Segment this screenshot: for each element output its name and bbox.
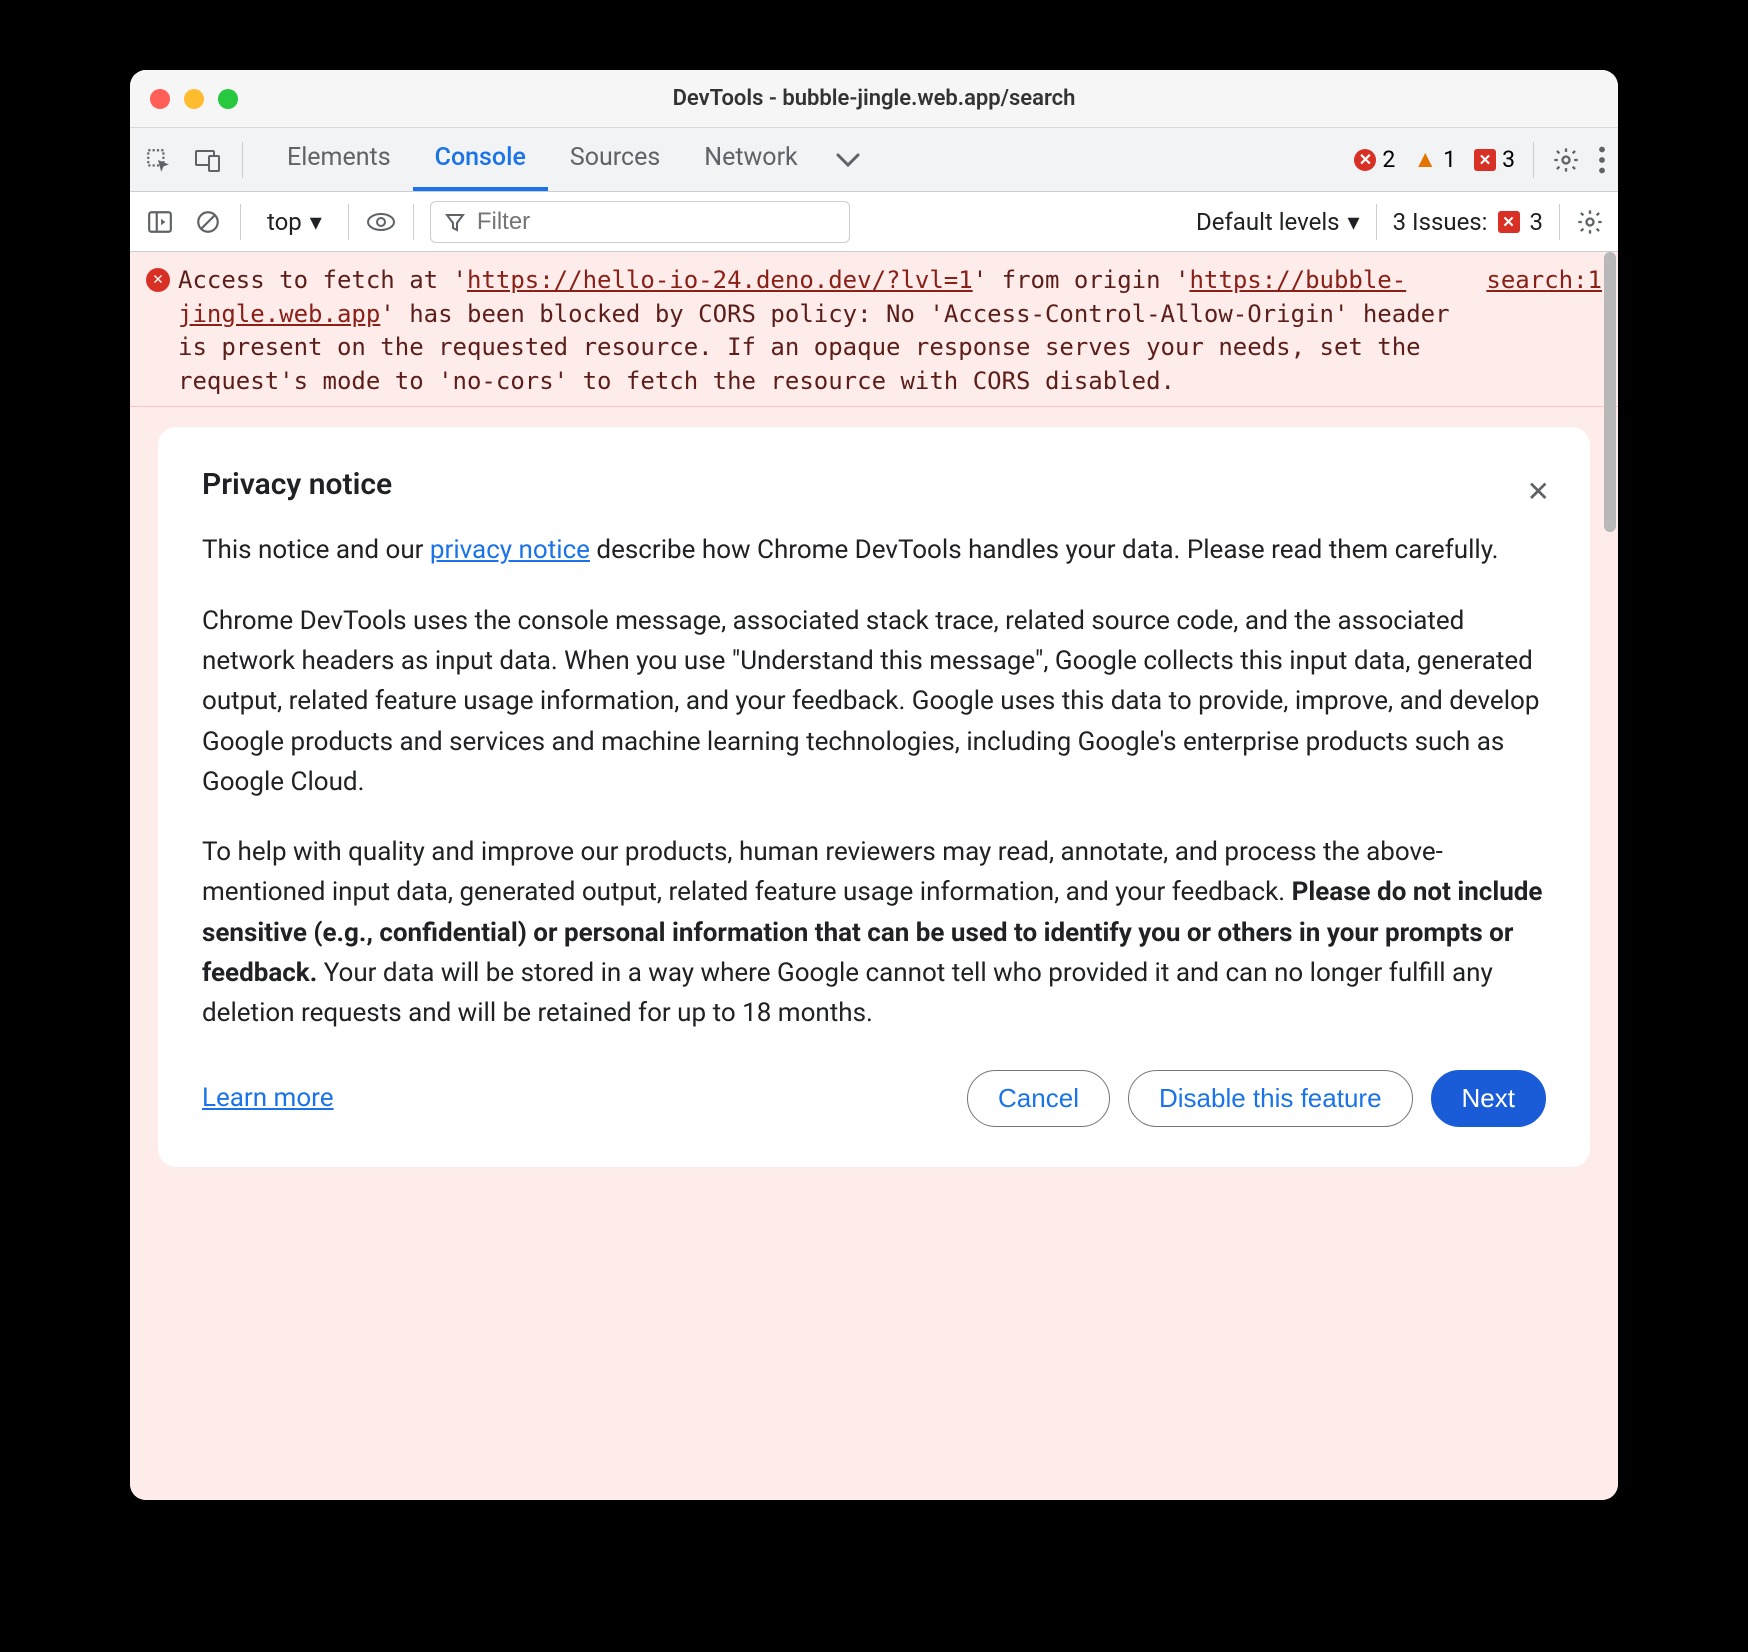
error-icon: ✕ bbox=[146, 268, 170, 292]
issues-count[interactable]: ✕ 3 bbox=[1474, 146, 1515, 173]
clear-console-icon[interactable] bbox=[192, 206, 224, 238]
privacy-notice-card: Privacy notice ✕ This notice and our pri… bbox=[158, 427, 1590, 1166]
tab-sources[interactable]: Sources bbox=[548, 128, 682, 191]
tab-network[interactable]: Network bbox=[682, 128, 819, 191]
close-window-button[interactable] bbox=[150, 89, 170, 109]
console-error-message[interactable]: ✕ Access to fetch at 'https://hello-io-2… bbox=[130, 252, 1618, 407]
divider bbox=[1559, 204, 1560, 240]
settings-icon[interactable] bbox=[1552, 146, 1580, 174]
scrollbar[interactable] bbox=[1604, 252, 1616, 1500]
more-tabs-button[interactable] bbox=[820, 128, 876, 191]
levels-label: Default levels bbox=[1196, 208, 1340, 236]
close-icon[interactable]: ✕ bbox=[1527, 475, 1550, 508]
issue-icon: ✕ bbox=[1498, 211, 1520, 233]
issues-count-value: 3 bbox=[1502, 146, 1515, 173]
error-count[interactable]: ✕ 2 bbox=[1354, 146, 1395, 173]
issue-icon: ✕ bbox=[1474, 149, 1496, 171]
error-source-link[interactable]: search:1 bbox=[1486, 264, 1602, 398]
divider bbox=[413, 204, 414, 240]
live-expression-icon[interactable] bbox=[365, 206, 397, 238]
notice-title: Privacy notice bbox=[202, 467, 1546, 502]
inspect-icon[interactable] bbox=[142, 144, 174, 176]
window-controls bbox=[150, 89, 238, 109]
console-settings-icon[interactable] bbox=[1576, 208, 1604, 236]
context-value: top bbox=[267, 208, 302, 236]
notice-paragraph-3: To help with quality and improve our pro… bbox=[202, 832, 1546, 1033]
notice-paragraph-2: Chrome DevTools uses the console message… bbox=[202, 601, 1546, 802]
panel-tabs: Elements Console Sources Network bbox=[265, 128, 876, 191]
notice-paragraph-1: This notice and our privacy notice descr… bbox=[202, 530, 1546, 570]
learn-more-link[interactable]: Learn more bbox=[202, 1083, 334, 1113]
console-toolbar: top ▾ Default levels ▾ 3 Issues: ✕ 3 bbox=[130, 192, 1618, 252]
divider bbox=[348, 204, 349, 240]
devtools-window: DevTools - bubble-jingle.web.app/search … bbox=[130, 70, 1618, 1500]
issues-link[interactable]: 3 Issues: ✕ 3 bbox=[1393, 208, 1543, 236]
notice-footer: Learn more Cancel Disable this feature N… bbox=[202, 1070, 1546, 1127]
divider bbox=[242, 142, 243, 178]
scrollbar-thumb[interactable] bbox=[1604, 252, 1616, 532]
maximize-window-button[interactable] bbox=[218, 89, 238, 109]
toggle-sidebar-icon[interactable] bbox=[144, 206, 176, 238]
filter-input[interactable] bbox=[430, 201, 850, 243]
issues-badge-count: 3 bbox=[1530, 208, 1544, 236]
disable-feature-button[interactable]: Disable this feature bbox=[1128, 1070, 1413, 1127]
minimize-window-button[interactable] bbox=[184, 89, 204, 109]
error-icon: ✕ bbox=[1354, 149, 1376, 171]
divider bbox=[1376, 204, 1377, 240]
next-button[interactable]: Next bbox=[1431, 1070, 1546, 1127]
warning-icon: ▲ bbox=[1413, 145, 1437, 174]
window-title: DevTools - bubble-jingle.web.app/search bbox=[130, 86, 1618, 111]
device-toolbar-icon[interactable] bbox=[192, 144, 224, 176]
issues-label: 3 Issues: bbox=[1393, 208, 1488, 236]
main-tabbar: Elements Console Sources Network ✕ 2 ▲ 1… bbox=[130, 128, 1618, 192]
chevron-down-icon: ▾ bbox=[1348, 208, 1360, 236]
filter-field[interactable] bbox=[477, 208, 835, 236]
privacy-notice-link[interactable]: privacy notice bbox=[430, 535, 590, 565]
filter-icon bbox=[445, 212, 465, 232]
log-levels-selector[interactable]: Default levels ▾ bbox=[1196, 208, 1360, 236]
tab-console[interactable]: Console bbox=[413, 128, 548, 191]
warning-count[interactable]: ▲ 1 bbox=[1413, 145, 1456, 174]
cancel-button[interactable]: Cancel bbox=[967, 1070, 1110, 1127]
divider bbox=[240, 204, 241, 240]
notice-body: This notice and our privacy notice descr… bbox=[202, 530, 1546, 1033]
tab-elements[interactable]: Elements bbox=[265, 128, 413, 191]
more-options-icon[interactable] bbox=[1598, 146, 1606, 174]
chevron-down-icon: ▾ bbox=[310, 208, 322, 236]
divider bbox=[1533, 142, 1534, 178]
error-url-1[interactable]: https://hello-io-24.deno.dev/?lvl=1 bbox=[467, 266, 973, 294]
warning-count-value: 1 bbox=[1443, 146, 1456, 173]
context-selector[interactable]: top ▾ bbox=[257, 204, 332, 240]
titlebar: DevTools - bubble-jingle.web.app/search bbox=[130, 70, 1618, 128]
console-body: ✕ Access to fetch at 'https://hello-io-2… bbox=[130, 252, 1618, 1500]
error-text: Access to fetch at 'https://hello-io-24.… bbox=[178, 264, 1462, 398]
error-count-value: 2 bbox=[1382, 146, 1395, 173]
